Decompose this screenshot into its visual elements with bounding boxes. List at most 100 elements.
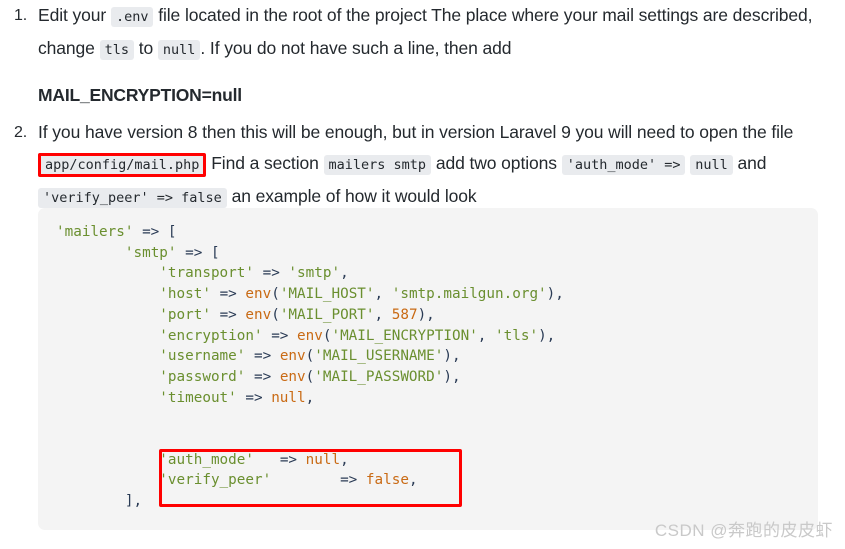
code-token: 'smtp' bbox=[124, 244, 177, 261]
code-token: 'transport' bbox=[159, 265, 254, 282]
code-token: ), bbox=[443, 348, 461, 365]
prose-text: an example of how it would look bbox=[226, 186, 477, 206]
code-token: => bbox=[253, 348, 272, 365]
code-token: false bbox=[365, 472, 409, 489]
code-token: 'MAIL_ENCRYPTION' bbox=[331, 327, 478, 344]
inline-code: 'verify_peer' => false bbox=[38, 188, 227, 208]
code-token: 'verify_peer' bbox=[159, 472, 272, 489]
inline-code: mailers smtp bbox=[323, 155, 432, 175]
code-line: 'timeout' => null, bbox=[56, 390, 314, 406]
prose-text: add two options bbox=[431, 153, 562, 173]
code-content: 'mailers' => [ 'smtp' => [ 'transport' =… bbox=[38, 222, 818, 512]
code-token: => bbox=[253, 368, 272, 385]
inline-code: null bbox=[157, 40, 201, 60]
code-token: => bbox=[219, 286, 237, 303]
code-token: 'port' bbox=[159, 306, 211, 323]
code-line: 'mailers' => [ bbox=[56, 224, 177, 240]
code-token: env bbox=[279, 348, 306, 365]
code-token: 'smtp' bbox=[288, 265, 341, 282]
code-token: , bbox=[305, 389, 315, 406]
code-token: 'tls' bbox=[495, 327, 539, 344]
instructions-document: 1. Edit your .env file located in the roo… bbox=[0, 0, 845, 214]
code-token: 'MAIL_USERNAME' bbox=[314, 348, 444, 365]
code-token: 587 bbox=[391, 306, 418, 323]
step-item: 2. If you have version 8 then this will b… bbox=[0, 117, 845, 214]
code-token: 'MAIL_HOST' bbox=[279, 286, 375, 303]
code-token: 'auth_mode' bbox=[159, 451, 254, 468]
code-token: 'username' bbox=[159, 348, 246, 365]
code-token: ( bbox=[271, 286, 280, 303]
code-line: 'smtp' => [ bbox=[56, 245, 220, 261]
code-token: , bbox=[408, 472, 418, 489]
code-line: 'encryption' => env('MAIL_ENCRYPTION', '… bbox=[56, 328, 555, 344]
code-token: [ bbox=[167, 224, 177, 240]
code-token: => bbox=[271, 327, 289, 344]
prose-text: Find a section bbox=[206, 153, 324, 173]
code-token: ( bbox=[305, 368, 315, 385]
php-config-code-block: 'mailers' => [ 'smtp' => [ 'transport' =… bbox=[38, 208, 818, 530]
code-token: ], bbox=[124, 493, 143, 510]
code-token: => bbox=[142, 224, 160, 240]
code-token: => bbox=[340, 472, 358, 489]
code-token: => bbox=[262, 265, 280, 282]
prose-text: . If you do not have such a line, then a… bbox=[200, 38, 512, 58]
code-token: => bbox=[279, 451, 298, 468]
step-marker: 2. bbox=[14, 124, 28, 141]
code-token: , bbox=[477, 327, 496, 344]
code-line: 'port' => env('MAIL_PORT', 587), bbox=[56, 306, 434, 323]
csdn-watermark: CSDN @奔跑的皮皮虾 bbox=[654, 521, 833, 540]
code-token: [ bbox=[210, 244, 220, 261]
step-marker: 1. bbox=[14, 7, 28, 24]
code-token: env bbox=[279, 368, 306, 385]
inline-code: tls bbox=[99, 40, 134, 60]
prose-text: and bbox=[732, 153, 767, 173]
code-token: 'password' bbox=[159, 368, 246, 385]
code-line: 'username' => env('MAIL_USERNAME'), bbox=[56, 348, 461, 365]
code-line: ], bbox=[56, 493, 142, 509]
code-token: env bbox=[245, 306, 272, 323]
code-token: 'timeout' bbox=[159, 389, 237, 406]
inline-code: 'auth_mode' => bbox=[561, 155, 686, 175]
step-text: Edit your .env file located in the root … bbox=[38, 0, 845, 66]
code-line: 'host' => env('MAIL_HOST', 'smtp.mailgun… bbox=[56, 286, 564, 302]
code-token: , bbox=[374, 286, 392, 303]
emphasis-line: MAIL_ENCRYPTION=null bbox=[38, 85, 242, 105]
code-token: ), bbox=[546, 286, 564, 303]
code-token: null bbox=[271, 389, 306, 406]
code-token: => bbox=[245, 389, 263, 406]
code-token: , bbox=[374, 306, 392, 323]
steps-list: 1. Edit your .env file located in the roo… bbox=[0, 0, 845, 214]
code-token: 'MAIL_PORT' bbox=[279, 306, 375, 323]
code-token: ( bbox=[271, 306, 280, 323]
code-token: , bbox=[340, 451, 349, 468]
inline-code-highlighted: app/config/mail.php bbox=[38, 153, 207, 177]
inline-code: null bbox=[690, 155, 733, 175]
code-token: 'smtp.mailgun.org' bbox=[391, 286, 547, 303]
